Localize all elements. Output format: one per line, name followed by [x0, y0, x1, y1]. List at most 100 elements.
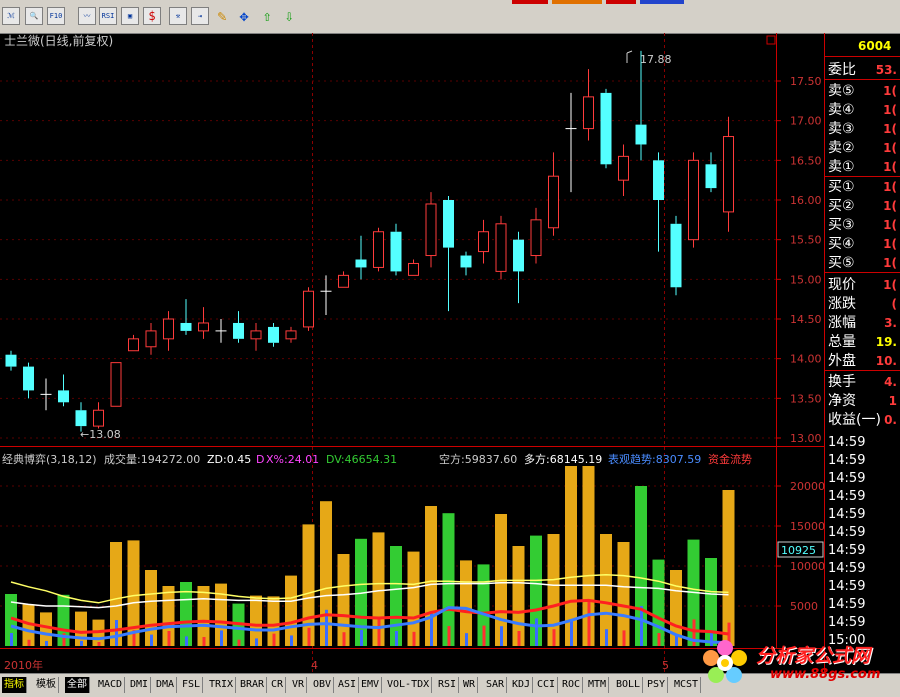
tick-time: 14:59: [828, 615, 865, 630]
tab-dmi[interactable]: DMI: [128, 677, 152, 693]
candle: [723, 116, 734, 232]
quote-value: 1(: [883, 84, 897, 98]
candle: [495, 215, 507, 280]
candle: [5, 350, 17, 371]
quote-row: 卖⑤ 1(: [828, 83, 897, 99]
tab-vol-tdx[interactable]: VOL-TDX: [385, 677, 433, 693]
quote-row: 买⑤ 1(: [825, 255, 900, 273]
flow-bar: [500, 626, 503, 646]
tab-emv[interactable]: EMV: [359, 677, 383, 693]
quote-row: 委比 53.: [825, 62, 900, 80]
quote-value: 1(: [883, 237, 897, 251]
indicator-volume: 成交量:194272.00: [104, 452, 200, 466]
tab-boll[interactable]: BOLL: [614, 677, 644, 693]
indicator-zd: ZD:0.45: [207, 453, 251, 466]
flow-bar: [27, 639, 31, 646]
quote-label: 买②: [828, 198, 855, 214]
quote-label: 卖①: [828, 159, 855, 175]
quote-label: 现价: [828, 277, 856, 293]
flow-bar: [80, 640, 83, 646]
indicator-d: D: [256, 453, 264, 466]
quote-row: 外盘 10.: [825, 352, 900, 371]
tab-roc[interactable]: ROC: [560, 677, 584, 693]
quote-label: 卖③: [828, 121, 855, 137]
candle: [688, 152, 699, 248]
candle: [180, 299, 192, 335]
candle: [338, 271, 349, 288]
candle: [145, 322, 157, 355]
quote-value: 1(: [883, 122, 897, 136]
quote-label: 卖④: [828, 102, 855, 118]
quote-value: 19.: [876, 335, 897, 349]
tab-fsl[interactable]: FSL: [180, 677, 204, 693]
flow-bar: [115, 620, 118, 646]
quote-value: 53.: [876, 63, 897, 77]
money-icon[interactable]: $: [143, 7, 161, 25]
chart-area: 士兰微(日线,前复权) 17.88 ←13.08 17.50 17.00 16.50…: [0, 33, 900, 673]
tab-cci[interactable]: CCI: [535, 677, 559, 693]
indicator-duo: 多方:68145.19: [524, 452, 602, 466]
tab-mtm[interactable]: MTM: [586, 677, 610, 693]
tab-trix[interactable]: TRIX: [207, 677, 237, 693]
pen-icon[interactable]: ✎: [213, 7, 231, 25]
tab-rsi[interactable]: RSI: [436, 677, 460, 693]
flow-bar: [202, 637, 206, 646]
link-icon[interactable]: ⚒: [169, 7, 187, 25]
f10-icon[interactable]: F10: [47, 7, 65, 25]
candle: [565, 92, 577, 193]
tab-mcst[interactable]: MCST: [672, 677, 702, 693]
flow-bar: [412, 631, 416, 646]
watermark-url: www.88gs.com: [770, 667, 881, 682]
tab-vr[interactable]: VR: [290, 677, 308, 693]
tab-brar[interactable]: BRAR: [238, 677, 268, 693]
tab-macd[interactable]: MACD: [96, 677, 126, 693]
tab-asi[interactable]: ASI: [336, 677, 360, 693]
tick-time: 14:59: [828, 579, 865, 594]
tab-dma[interactable]: DMA: [154, 677, 178, 693]
tab-sar[interactable]: SAR: [484, 677, 508, 693]
draw-icon[interactable]: ℳ: [2, 7, 20, 25]
tab-kdj[interactable]: KDJ: [510, 677, 534, 693]
quote-label: 换手: [828, 373, 856, 390]
flow-bar: [587, 601, 591, 646]
date-label-april: 4: [311, 659, 318, 672]
tab-全部[interactable]: 全部: [65, 677, 90, 693]
flow-bar: [45, 640, 48, 646]
quote-label: 委比: [828, 62, 856, 78]
tab-指标[interactable]: 指标: [2, 677, 27, 693]
zoom-icon[interactable]: 🔍: [25, 7, 43, 25]
tab-obv[interactable]: OBV: [311, 677, 335, 693]
window-icon[interactable]: ▣: [121, 7, 139, 25]
quote-label: 收益(一): [828, 412, 881, 428]
rsi-icon[interactable]: RSI: [99, 7, 117, 25]
quote-value: 1(: [883, 218, 897, 232]
candle: [198, 307, 209, 339]
quote-label: 净资: [828, 393, 856, 409]
tab-模板[interactable]: 模板: [34, 677, 59, 693]
flow-bar: [97, 642, 101, 646]
quote-panel: 6004 委比 53.卖⑤ 1(卖④ 1(卖③ 1(卖② 1(卖① 1(买① 1(买② 1(买③…: [825, 39, 900, 648]
quote-label: 涨跌: [828, 296, 856, 312]
export-icon[interactable]: ⇥: [191, 7, 209, 25]
move-icon[interactable]: ✥: [235, 7, 253, 25]
candle: [215, 319, 227, 343]
arrow-up-icon[interactable]: ⇧: [258, 7, 276, 25]
candle: [303, 287, 314, 331]
candle: [653, 152, 664, 252]
candle: [530, 207, 542, 264]
flow-bar: [377, 617, 381, 646]
tab-wr[interactable]: WR: [461, 677, 479, 693]
tab-cr[interactable]: CR: [269, 677, 287, 693]
candle: [443, 196, 454, 312]
candle: [460, 251, 472, 276]
arrow-down-icon[interactable]: ⇩: [280, 7, 298, 25]
price-tick-label: 16.50: [790, 154, 822, 167]
indicator-xpct: X%:24.01: [266, 453, 319, 466]
quote-label: 外盘: [828, 352, 856, 369]
chart-icon[interactable]: 〰: [78, 7, 96, 25]
chart-title: 士兰微(日线,前复权): [4, 33, 113, 48]
restore-icon[interactable]: [766, 35, 776, 45]
tab-psy[interactable]: PSY: [645, 677, 669, 693]
price-tick-label: 15.00: [790, 273, 822, 286]
flow-bar: [150, 634, 153, 646]
